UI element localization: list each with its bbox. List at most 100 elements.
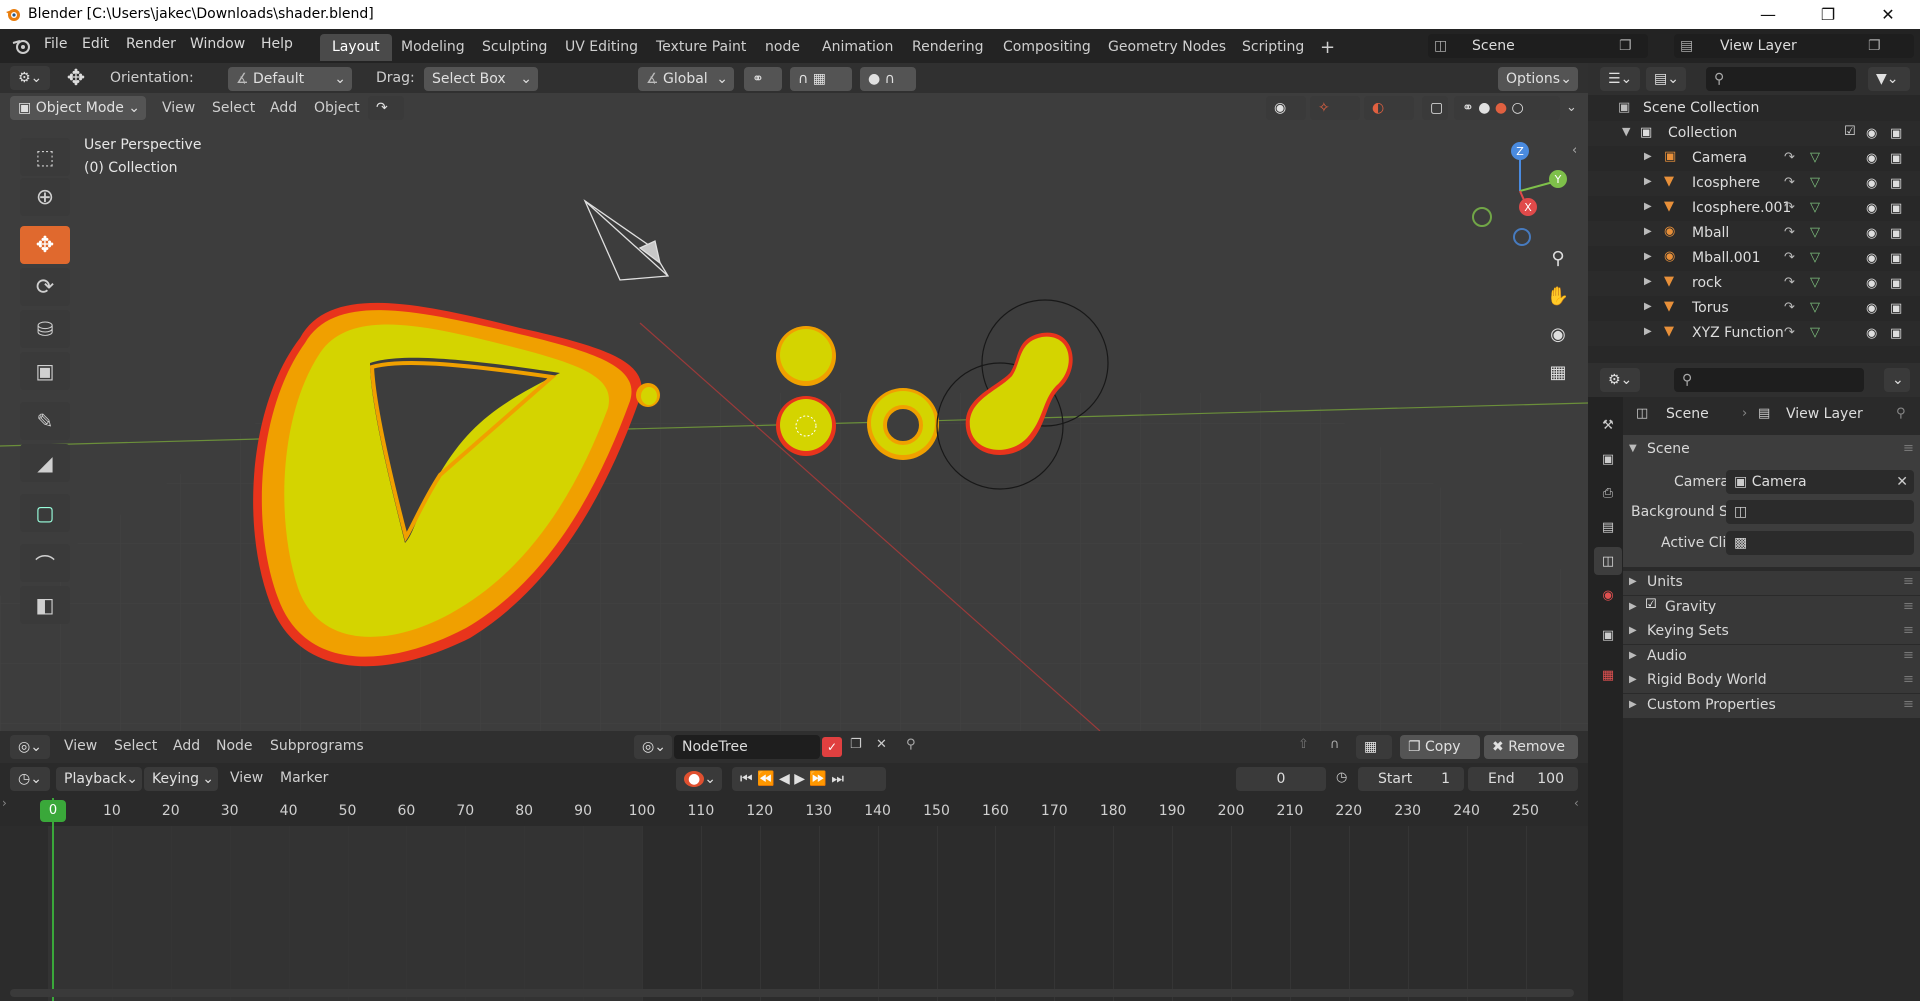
drag-handle-icon[interactable]: ≡ bbox=[1903, 441, 1914, 456]
node-menu-subprograms[interactable]: Subprograms bbox=[270, 738, 364, 754]
outliner-row[interactable]: ▶ ▼ Torus ↷ ▽ ◉ ▣ bbox=[1588, 296, 1920, 321]
visibility-dropdown[interactable]: ◉ bbox=[1266, 96, 1306, 120]
jump-end-icon[interactable]: ⏭ bbox=[831, 771, 844, 787]
extra-tool-1[interactable]: ⌒ bbox=[20, 544, 70, 582]
eye-icon[interactable]: ◉ bbox=[1866, 201, 1882, 216]
timeline-menu-marker[interactable]: Marker bbox=[280, 770, 328, 786]
scene-panel-header[interactable]: ▼ Scene ≡ bbox=[1623, 435, 1920, 465]
eye-icon[interactable]: ◉ bbox=[1866, 326, 1882, 341]
snap-dropdown[interactable]: ∩ ▦ bbox=[790, 67, 852, 91]
torus-object[interactable] bbox=[867, 388, 939, 460]
camera-object[interactable] bbox=[583, 199, 670, 281]
background-scene-field[interactable]: ◫ bbox=[1726, 500, 1914, 524]
object-data-icon[interactable]: ▽ bbox=[1810, 175, 1820, 190]
collection-exclude-checkbox[interactable]: ☑ bbox=[1844, 124, 1856, 139]
render-camera-icon[interactable]: ▣ bbox=[1890, 126, 1906, 141]
outliner-row[interactable]: ▶ ▼ Icosphere.001 ↷ ▽ ◉ ▣ bbox=[1588, 196, 1920, 221]
pin-icon[interactable]: ⚲ bbox=[1896, 406, 1906, 421]
camera-view-icon[interactable]: ◉ bbox=[1543, 319, 1573, 349]
end-frame-field[interactable]: End 100 bbox=[1468, 767, 1578, 791]
wireframe-shading-icon[interactable]: ⚭ bbox=[1462, 100, 1474, 116]
properties-subpanel[interactable]: ▶ Keying Sets ≡ bbox=[1623, 620, 1920, 644]
extra-tool-2[interactable]: ◧ bbox=[20, 586, 70, 624]
properties-options-dropdown[interactable]: ⌄ bbox=[1884, 368, 1910, 392]
cursor-tool[interactable]: ⊕ bbox=[20, 178, 70, 216]
zoom-icon[interactable]: ⚲ bbox=[1543, 243, 1573, 273]
expand-arrow-icon[interactable]: ▶ bbox=[1644, 276, 1652, 287]
object-data-icon[interactable]: ▽ bbox=[1810, 325, 1820, 340]
viewport-menu-object[interactable]: Object bbox=[314, 100, 360, 116]
modifier-constraint-icon[interactable]: ↷ bbox=[1784, 275, 1795, 290]
properties-subpanel[interactable]: ▶ ☑ Gravity ≡ bbox=[1623, 595, 1920, 620]
tab-compositing[interactable]: Compositing bbox=[991, 34, 1103, 61]
menu-help[interactable]: Help bbox=[261, 36, 293, 52]
playback-controls[interactable]: ⏮ ⏪ ◀ ▶ ⏩ ⏭ bbox=[732, 767, 886, 791]
icosphere-object[interactable] bbox=[776, 326, 836, 386]
navigation-gizmo[interactable]: Z Y X bbox=[1470, 137, 1570, 247]
timeline-menu-view[interactable]: View bbox=[230, 770, 263, 786]
prev-keyframe-icon[interactable]: ⏪ bbox=[757, 771, 774, 787]
current-frame-field[interactable]: 0 bbox=[1236, 767, 1326, 791]
node-menu-view[interactable]: View bbox=[64, 738, 97, 754]
node-tree-browse[interactable]: ◎⌄ bbox=[634, 735, 672, 759]
render-camera-icon[interactable]: ▣ bbox=[1890, 201, 1906, 216]
outliner-filter-dropdown[interactable]: ▼⌄ bbox=[1868, 67, 1910, 91]
annotate-tool[interactable]: ✎ bbox=[20, 402, 70, 440]
pin-icon[interactable]: ⚲ bbox=[906, 737, 916, 752]
timeline-scrollbar[interactable] bbox=[10, 989, 1574, 997]
drag-handle-icon[interactable]: ≡ bbox=[1903, 672, 1914, 687]
playhead-line[interactable] bbox=[52, 798, 54, 1001]
properties-subpanel[interactable]: ▶ Custom Properties ≡ bbox=[1623, 693, 1920, 718]
clear-field-icon[interactable]: ✕ bbox=[1896, 470, 1908, 494]
transform-tool[interactable]: ▣ bbox=[20, 352, 70, 390]
node-menu-node[interactable]: Node bbox=[216, 738, 253, 754]
parent-node-icon[interactable]: ⇧ bbox=[1298, 737, 1309, 752]
view-layer-selector[interactable]: ▤ View Layer ❐ bbox=[1674, 34, 1914, 58]
new-view-layer-icon[interactable]: ❐ bbox=[1868, 34, 1881, 58]
modifier-constraint-icon[interactable]: ↷ bbox=[1784, 250, 1795, 265]
display-mode-dropdown[interactable]: ▤⌄ bbox=[1646, 67, 1686, 91]
menu-edit[interactable]: Edit bbox=[82, 36, 109, 52]
measure-tool[interactable]: ◢ bbox=[20, 444, 70, 482]
orientation-dropdown[interactable]: ∡ Default ⌄ bbox=[228, 67, 352, 91]
play-reverse-icon[interactable]: ◀ bbox=[779, 771, 790, 787]
transform-orientation-dropdown[interactable]: ∡ Global ⌄ bbox=[638, 67, 734, 91]
node-tree-name-field[interactable]: NodeTree bbox=[674, 735, 820, 759]
collapse-left-icon[interactable]: › bbox=[2, 796, 7, 810]
object-data-icon[interactable]: ▽ bbox=[1810, 275, 1820, 290]
eye-icon[interactable]: ◉ bbox=[1866, 126, 1882, 141]
active-clip-field[interactable]: ▩ bbox=[1726, 531, 1914, 555]
expand-arrow-icon[interactable]: ▶ bbox=[1644, 201, 1652, 212]
editor-type-selector[interactable]: ⚙⌄ bbox=[10, 66, 50, 90]
render-camera-icon[interactable]: ▣ bbox=[1890, 176, 1906, 191]
properties-subpanel[interactable]: ▶ Units ≡ bbox=[1623, 571, 1920, 595]
drag-handle-icon[interactable]: ≡ bbox=[1903, 623, 1914, 638]
shading-options-icon[interactable]: ⌄ bbox=[1566, 100, 1577, 115]
expand-arrow-icon[interactable]: ▼ bbox=[1622, 125, 1630, 138]
remove-button[interactable]: ✖ Remove bbox=[1484, 735, 1578, 759]
scene-camera-field[interactable]: ▣ Camera ✕ bbox=[1726, 470, 1914, 494]
render-camera-icon[interactable]: ▣ bbox=[1890, 226, 1906, 241]
keying-dropdown[interactable]: Keying ⌄ bbox=[144, 767, 218, 791]
object-data-icon[interactable]: ▽ bbox=[1810, 225, 1820, 240]
tab-uv-editing[interactable]: UV Editing bbox=[553, 34, 650, 61]
menu-window[interactable]: Window bbox=[190, 36, 245, 52]
drag-handle-icon[interactable]: ≡ bbox=[1903, 648, 1914, 663]
outliner-editor-type[interactable]: ☰⌄ bbox=[1600, 67, 1640, 91]
3d-viewport[interactable]: ⚙⌄ ✥ Orientation: ∡ Default ⌄ Drag: Selec… bbox=[0, 63, 1588, 731]
object-data-icon[interactable]: ▽ bbox=[1810, 150, 1820, 165]
properties-subpanel[interactable]: ▶ Rigid Body World ≡ bbox=[1623, 669, 1920, 693]
drag-dropdown[interactable]: Select Box ⌄ bbox=[424, 67, 538, 91]
snap-element-dropdown[interactable]: ▦ bbox=[1356, 735, 1392, 759]
drag-handle-icon[interactable]: ≡ bbox=[1903, 599, 1914, 614]
proportional-editing-dropdown[interactable]: ● ∩ bbox=[860, 67, 916, 91]
close-button[interactable]: ✕ bbox=[1860, 0, 1916, 29]
tab-output[interactable]: ⎙ bbox=[1594, 479, 1622, 507]
tab-node[interactable]: node bbox=[753, 34, 812, 61]
tab-rendering[interactable]: Rendering bbox=[900, 34, 996, 61]
rotate-tool[interactable]: ⟳ bbox=[20, 268, 70, 306]
tab-geometry-nodes[interactable]: Geometry Nodes bbox=[1096, 34, 1238, 61]
eye-icon[interactable]: ◉ bbox=[1866, 301, 1882, 316]
new-scene-icon[interactable]: ❐ bbox=[1619, 34, 1632, 58]
expand-arrow-icon[interactable]: ▶ bbox=[1644, 326, 1652, 337]
